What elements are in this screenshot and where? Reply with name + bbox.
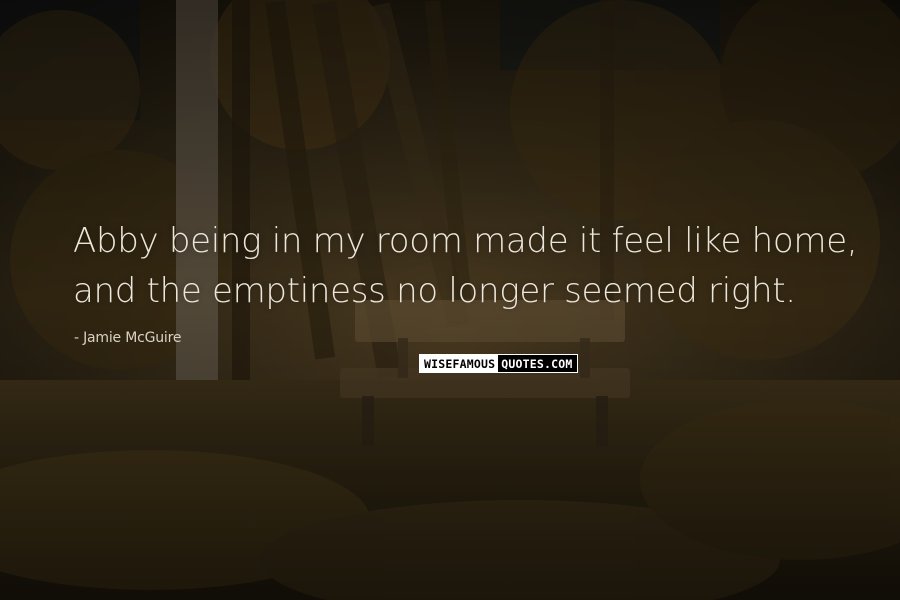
quote-image: Abby being in my room made it feel like … bbox=[0, 0, 900, 600]
quote-author: - Jamie McGuire bbox=[74, 330, 182, 346]
quote-line-1: Abby being in my room made it feel like … bbox=[73, 221, 858, 261]
watermark-part-2: QUOTES.COM bbox=[498, 355, 577, 372]
watermark-logo: WISEFAMOUS QUOTES.COM bbox=[419, 354, 578, 373]
quote-line-2: and the emptiness no longer seemed right… bbox=[73, 271, 796, 311]
quote-text: Abby being in my room made it feel like … bbox=[73, 216, 873, 316]
watermark-part-1: WISEFAMOUS bbox=[420, 355, 499, 372]
author-name: Jamie McGuire bbox=[83, 330, 182, 346]
